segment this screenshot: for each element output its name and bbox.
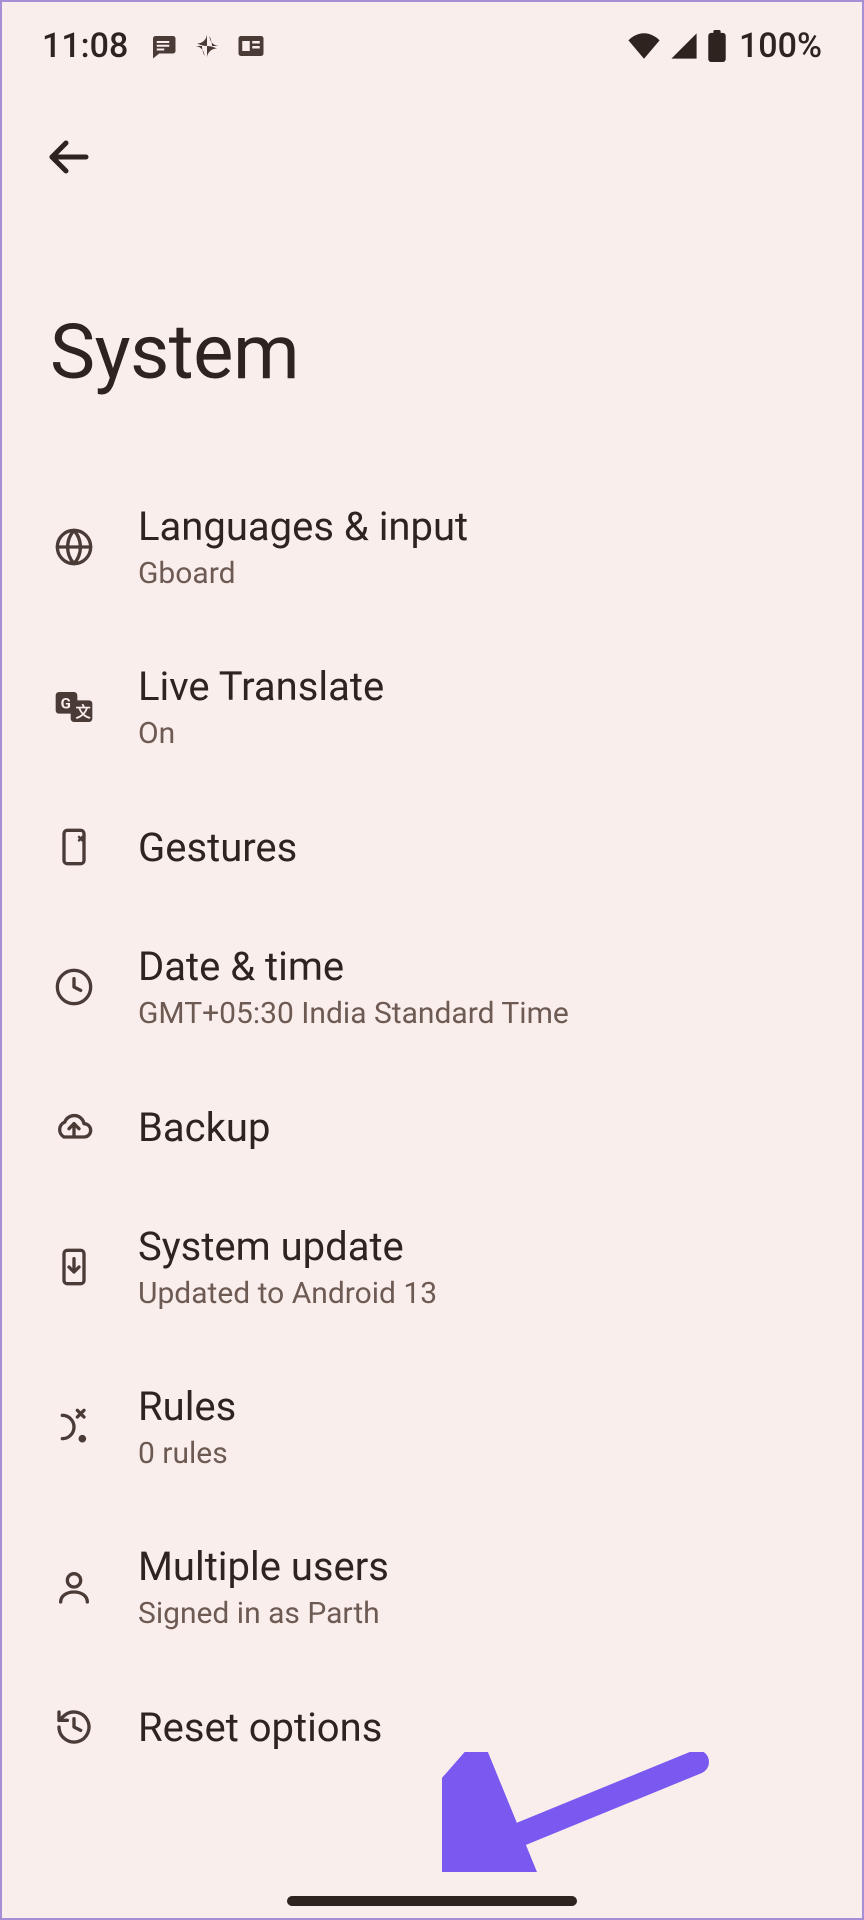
gestures-icon [50,823,98,871]
settings-item-subtitle: On [138,716,384,751]
translate-icon: G文 [50,683,98,731]
settings-item-texts: Multiple users Signed in as Parth [138,1543,389,1631]
rules-icon [50,1403,98,1451]
settings-item-texts: Backup [138,1104,270,1151]
settings-item-backup[interactable]: Backup [2,1067,862,1187]
clock-icon [50,963,98,1011]
phone-down-icon [50,1243,98,1291]
settings-list: Languages & input Gboard G文 Live Transla… [2,467,862,1787]
settings-item-title: Multiple users [138,1543,389,1590]
settings-item-subtitle: Gboard [138,556,468,591]
settings-item-title: Rules [138,1383,236,1430]
wifi-icon [627,33,661,59]
settings-item-texts: Reset options [138,1704,382,1751]
gesture-nav-bar[interactable] [287,1896,577,1906]
settings-item-title: System update [138,1223,437,1270]
back-button[interactable] [38,127,98,187]
settings-item-texts: Rules 0 rules [138,1383,236,1471]
status-right: 100% [627,26,822,66]
settings-item-rules[interactable]: Rules 0 rules [2,1347,862,1507]
settings-item-languages-input[interactable]: Languages & input Gboard [2,467,862,627]
person-icon [50,1563,98,1611]
status-bar: 11:08 100% [2,2,862,77]
settings-item-gestures[interactable]: Gestures [2,787,862,907]
settings-item-multiple-users[interactable]: Multiple users Signed in as Parth [2,1507,862,1667]
settings-item-texts: Languages & input Gboard [138,503,468,591]
settings-item-date-time[interactable]: Date & time GMT+05:30 India Standard Tim… [2,907,862,1067]
status-left: 11:08 [42,26,266,66]
settings-item-texts: Live Translate On [138,663,384,751]
news-icon [236,31,266,61]
settings-item-title: Backup [138,1104,270,1151]
settings-item-system-update[interactable]: System update Updated to Android 13 [2,1187,862,1347]
settings-item-subtitle: GMT+05:30 India Standard Time [138,996,569,1031]
messages-icon [148,31,178,61]
settings-item-title: Languages & input [138,503,468,550]
settings-item-subtitle: 0 rules [138,1436,236,1471]
settings-item-title: Date & time [138,943,569,990]
cloud-up-icon [50,1103,98,1151]
settings-item-reset-options[interactable]: Reset options [2,1667,862,1787]
battery-icon [707,30,727,62]
app-bar [2,77,862,197]
svg-text:G: G [61,695,71,713]
settings-item-live-translate[interactable]: G文 Live Translate On [2,627,862,787]
settings-item-title: Reset options [138,1704,382,1751]
settings-item-title: Gestures [138,824,297,871]
settings-item-texts: Date & time GMT+05:30 India Standard Tim… [138,943,569,1031]
battery-percentage: 100% [739,26,822,66]
settings-item-subtitle: Updated to Android 13 [138,1276,437,1311]
history-icon [50,1703,98,1751]
settings-item-title: Live Translate [138,663,384,710]
svg-text:文: 文 [76,703,92,721]
status-time: 11:08 [42,26,128,66]
settings-item-texts: System update Updated to Android 13 [138,1223,437,1311]
settings-item-texts: Gestures [138,824,297,871]
notification-icons [148,31,266,61]
photos-icon [192,31,222,61]
settings-item-subtitle: Signed in as Parth [138,1596,389,1631]
cellular-icon [669,32,699,60]
globe-icon [50,523,98,571]
page-title: System [2,197,862,467]
